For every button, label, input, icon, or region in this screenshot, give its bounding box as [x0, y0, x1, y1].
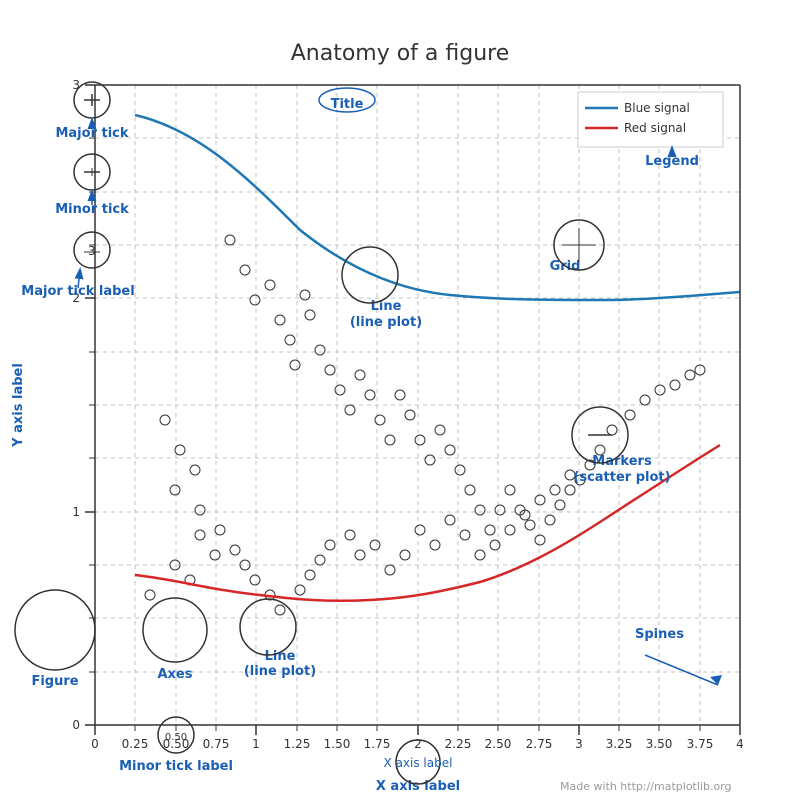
x-tick-1: 1 [252, 737, 260, 751]
x-tick-375: 3.75 [687, 737, 714, 751]
x-tick-125: 1.25 [284, 737, 311, 751]
y-tick-1: 1 [72, 505, 80, 519]
x-tick-175: 1.75 [364, 737, 391, 751]
legend-blue-label: Blue signal [624, 101, 690, 115]
x-tick-2: 2 [414, 737, 422, 751]
x-tick-3: 3 [575, 737, 583, 751]
major-tick-label-num: 3 [88, 244, 96, 258]
x-tick-025: 0.25 [122, 737, 149, 751]
title-annotation: Title [331, 97, 364, 112]
x-tick-0: 0 [91, 737, 99, 751]
x-tick-4: 4 [736, 737, 744, 751]
line-annotation-upper: Line [371, 299, 402, 314]
minor-tick-label-text: Minor tick label [119, 759, 233, 774]
x-tick-225: 2.25 [445, 737, 472, 751]
major-tick-text: Major tick [55, 126, 128, 141]
x-tick-350: 3.50 [646, 737, 673, 751]
minor-tick-label-val: 0.50 [165, 732, 187, 743]
x-tick-275: 2.75 [526, 737, 553, 751]
legend-annotation: Legend [645, 154, 699, 169]
y-axis-label: Y axis label [11, 363, 26, 448]
x-tick-075: 0.75 [203, 737, 230, 751]
figure-text: Figure [31, 674, 78, 689]
spines-text: Spines [635, 627, 684, 642]
x-tick-250: 2.50 [485, 737, 512, 751]
figure-container: Anatomy of a figure .grid-minor { stroke… [0, 0, 800, 800]
x-axis-label: X axis label [376, 779, 460, 794]
chart-title: Anatomy of a figure [291, 41, 510, 66]
x-tick-325: 3.25 [606, 737, 633, 751]
line-annotation-lower: Line [265, 649, 296, 664]
y-tick-0: 0 [72, 718, 80, 732]
axes-text: Axes [157, 667, 192, 682]
markers-annotation: Markers [592, 454, 652, 469]
y-tick-3: 3 [72, 78, 80, 92]
line-annotation-lower2: (line plot) [244, 664, 316, 679]
x-axis-label-inner: X axis label [384, 756, 453, 770]
line-annotation-upper2: (line plot) [350, 315, 422, 330]
markers-annotation2: (scatter plot) [573, 470, 670, 485]
made-with-text: Made with http://matplotlib.org [560, 780, 732, 793]
legend-red-label: Red signal [624, 121, 686, 135]
x-tick-150: 1.50 [324, 737, 351, 751]
